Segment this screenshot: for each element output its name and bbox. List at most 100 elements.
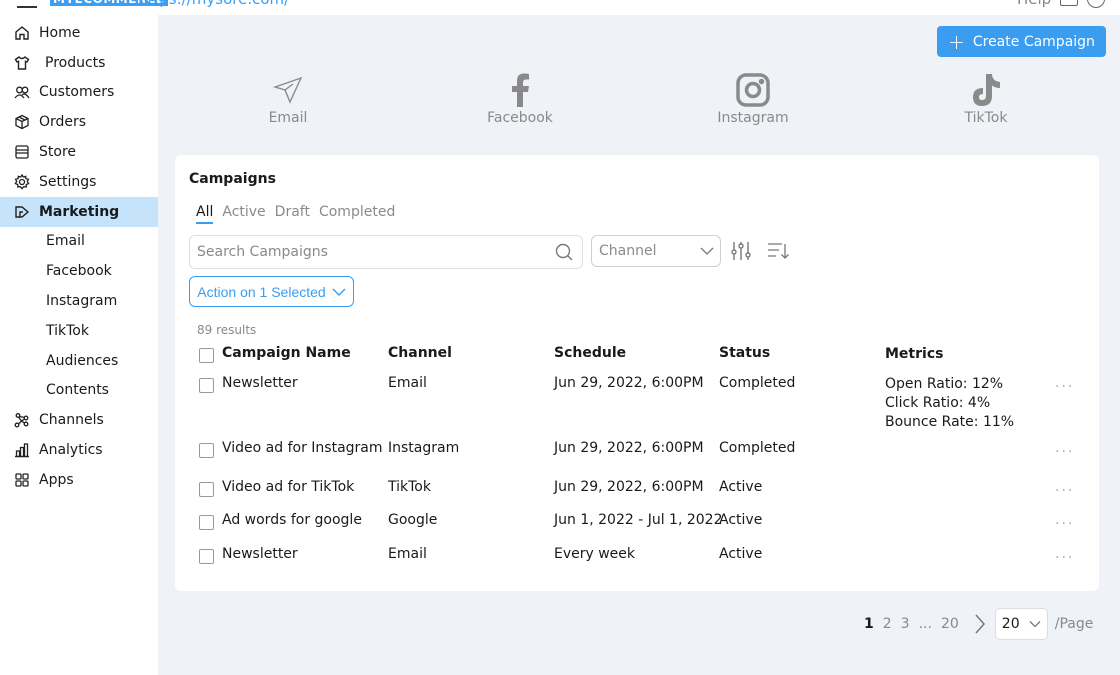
- sidebar-item-home[interactable]: Home: [0, 18, 158, 48]
- channel-tiktok[interactable]: TikTok: [936, 72, 1036, 126]
- channel-instagram[interactable]: Instagram: [703, 72, 803, 126]
- tab-completed[interactable]: Completed: [319, 204, 395, 224]
- more-options-icon[interactable]: ...: [1055, 546, 1074, 562]
- tab-active[interactable]: Active: [222, 204, 265, 224]
- sidebar-item-settings[interactable]: Settings: [0, 167, 158, 197]
- column-header-status[interactable]: Status: [719, 345, 770, 361]
- box-icon: [14, 114, 30, 130]
- sidebar-item-marketing[interactable]: Marketing: [0, 196, 158, 227]
- campaign-name[interactable]: Video ad for TikTok: [222, 479, 354, 495]
- sidebar-item-facebook[interactable]: Facebook: [0, 256, 158, 286]
- sidebar-item-contents[interactable]: Contents: [0, 376, 158, 406]
- sidebar-item-label: Orders: [39, 114, 87, 131]
- column-header-schedule[interactable]: Schedule: [554, 345, 626, 361]
- bulk-action-dropdown[interactable]: Action on 1 Selected: [189, 276, 354, 307]
- sidebar-item-instagram[interactable]: Instagram: [0, 286, 158, 316]
- campaign-metrics: Open Ratio: 12% Click Ratio: 4% Bounce R…: [885, 375, 1014, 432]
- search-box: [189, 235, 583, 269]
- table-row[interactable]: Newsletter Email Every week Active ...: [199, 546, 1079, 576]
- menu-icon[interactable]: [17, 6, 37, 8]
- campaign-name[interactable]: Ad words for google: [222, 512, 362, 528]
- channel-facebook[interactable]: Facebook: [470, 72, 570, 126]
- home-icon: [14, 25, 30, 41]
- page-3[interactable]: 3: [901, 616, 910, 632]
- shirt-icon: [14, 55, 30, 71]
- chevron-down-icon: [1029, 621, 1041, 628]
- table-row[interactable]: Video ad for Instagram Instagram Jun 29,…: [199, 440, 1079, 479]
- campaigns-title: Campaigns: [189, 171, 276, 187]
- campaign-schedule: Jun 1, 2022 - Jul 1, 2022: [554, 512, 723, 528]
- page-ellipsis: ...: [918, 616, 932, 632]
- campaign-schedule: Jun 29, 2022, 6:00PM: [554, 479, 704, 495]
- help-link[interactable]: Help: [1017, 0, 1051, 8]
- campaign-schedule: Every week: [554, 546, 636, 562]
- tab-draft[interactable]: Draft: [275, 204, 310, 224]
- page-size-select[interactable]: 20: [994, 608, 1048, 640]
- campaign-name[interactable]: Newsletter: [222, 375, 298, 391]
- plus-icon: +: [948, 29, 965, 54]
- campaign-status: Completed: [719, 440, 796, 456]
- sidebar-item-label: Email: [46, 233, 85, 250]
- campaign-schedule: Jun 29, 2022, 6:00PM: [554, 375, 704, 391]
- row-checkbox[interactable]: [199, 482, 214, 497]
- sidebar-item-products[interactable]: Products: [0, 48, 158, 78]
- mail-icon[interactable]: [1060, 0, 1078, 6]
- campaigns-table: Campaign Name Channel Schedule Status Me…: [199, 345, 1079, 576]
- create-campaign-button[interactable]: + Create Campaign: [937, 26, 1106, 57]
- site-url-link[interactable]: https://mysore.com/: [138, 0, 289, 8]
- instagram-icon: [703, 72, 803, 108]
- sidebar-item-label: Products: [45, 54, 106, 71]
- sidebar-item-label: Facebook: [46, 263, 112, 280]
- table-row[interactable]: Video ad for TikTok TikTok Jun 29, 2022,…: [199, 479, 1079, 512]
- sidebar-item-label: Instagram: [46, 293, 118, 310]
- page-20[interactable]: 20: [941, 616, 959, 632]
- results-count: 89 results: [197, 323, 257, 337]
- sidebar-item-apps[interactable]: Apps: [0, 465, 158, 495]
- column-header-name[interactable]: Campaign Name: [222, 345, 351, 361]
- more-options-icon[interactable]: ...: [1055, 479, 1074, 495]
- tab-all[interactable]: All: [196, 204, 214, 224]
- sidebar-item-channels[interactable]: Channels: [0, 405, 158, 435]
- users-icon: [14, 84, 30, 100]
- more-options-icon[interactable]: ...: [1055, 375, 1074, 391]
- sidebar-item-orders[interactable]: Orders: [0, 107, 158, 137]
- search-icon[interactable]: [554, 242, 574, 262]
- sidebar-item-tiktok[interactable]: TikTok: [0, 316, 158, 346]
- row-checkbox[interactable]: [199, 515, 214, 530]
- chevron-right-icon[interactable]: [974, 613, 986, 635]
- row-checkbox[interactable]: [199, 378, 214, 393]
- sidebar-item-analytics[interactable]: Analytics: [0, 435, 158, 465]
- filter-sliders-icon[interactable]: [730, 240, 752, 262]
- table-header: Campaign Name Channel Schedule Status Me…: [199, 345, 1079, 375]
- sidebar-item-audiences[interactable]: Audiences: [0, 346, 158, 376]
- channel-select[interactable]: Channel: [591, 235, 721, 267]
- campaign-name[interactable]: Video ad for Instagram: [222, 440, 383, 456]
- search-input[interactable]: [197, 244, 554, 260]
- campaign-channel: Email: [388, 546, 427, 562]
- column-header-metrics[interactable]: Metrics: [885, 345, 943, 364]
- page-2[interactable]: 2: [883, 616, 892, 632]
- channel-email[interactable]: Email: [238, 72, 338, 126]
- more-options-icon[interactable]: ...: [1055, 512, 1074, 528]
- sidebar-item-customers[interactable]: Customers: [0, 78, 158, 108]
- user-icon[interactable]: [1087, 0, 1105, 8]
- column-header-channel[interactable]: Channel: [388, 345, 452, 361]
- row-checkbox[interactable]: [199, 549, 214, 564]
- sidebar: Home Products Customers Orders Store Set…: [0, 18, 158, 495]
- table-row[interactable]: Newsletter Email Jun 29, 2022, 6:00PM Co…: [199, 375, 1079, 440]
- sidebar-item-email[interactable]: Email: [0, 227, 158, 257]
- campaign-name[interactable]: Newsletter: [222, 546, 298, 562]
- sidebar-item-store[interactable]: Store: [0, 137, 158, 167]
- select-all-checkbox[interactable]: [199, 348, 214, 363]
- tiktok-icon: [936, 72, 1036, 108]
- sidebar-item-label: Contents: [46, 382, 109, 399]
- campaign-status: Active: [719, 479, 763, 495]
- sort-icon[interactable]: [767, 241, 791, 261]
- more-options-icon[interactable]: ...: [1055, 440, 1074, 456]
- row-checkbox[interactable]: [199, 443, 214, 458]
- store-icon: [14, 144, 30, 160]
- page-1[interactable]: 1: [864, 616, 874, 632]
- facebook-icon: [470, 72, 570, 108]
- table-row[interactable]: Ad words for google Google Jun 1, 2022 -…: [199, 512, 1079, 546]
- megaphone-icon: [14, 204, 30, 220]
